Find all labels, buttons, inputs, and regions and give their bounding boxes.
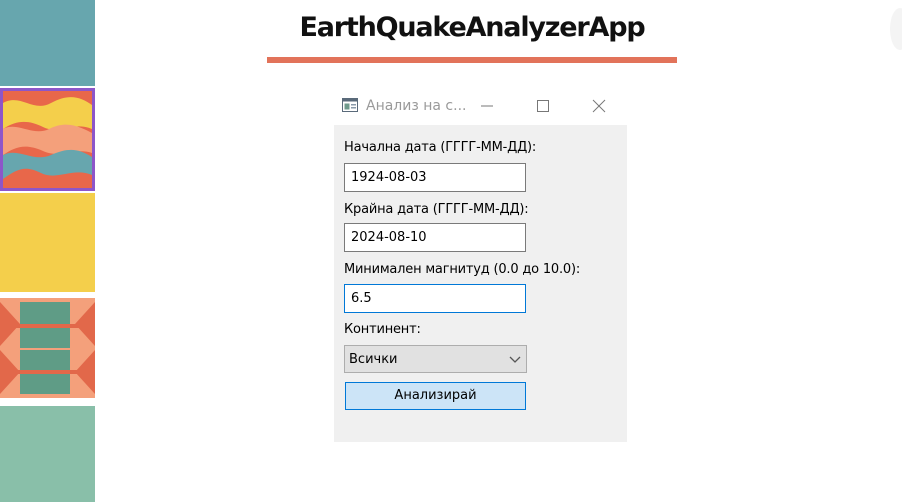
close-icon	[592, 99, 606, 113]
minimize-button[interactable]	[472, 94, 502, 118]
analyze-button[interactable]: Анализирай	[345, 382, 526, 410]
maximize-icon	[537, 100, 549, 112]
decor-tile-pattern	[0, 298, 95, 398]
title-underline	[267, 57, 677, 63]
analysis-form: Начална дата (ГГГГ-ММ-ДД): Крайна дата (…	[334, 125, 627, 442]
window-app-icon	[342, 98, 358, 112]
decor-tile-teal	[0, 0, 95, 86]
start-date-field[interactable]	[344, 163, 526, 192]
min-magnitude-label: Минимален магнитуд (0.0 до 10.0):	[344, 262, 581, 277]
end-date-label: Крайна дата (ГГГГ-ММ-ДД):	[344, 202, 529, 217]
decor-tile-waves	[0, 88, 95, 191]
decor-edge	[890, 8, 902, 50]
decor-tile-yellow	[0, 193, 95, 292]
start-date-label: Начална дата (ГГГГ-ММ-ДД):	[344, 140, 537, 155]
close-button[interactable]	[584, 94, 614, 118]
window-title: Анализ на с...	[366, 98, 467, 114]
start-date-input[interactable]	[345, 164, 525, 191]
end-date-input[interactable]	[345, 224, 525, 251]
continent-selected-value: Всички	[349, 352, 398, 367]
continent-label: Континент:	[344, 322, 421, 337]
decor-tile-green	[0, 406, 95, 502]
min-magnitude-input[interactable]	[345, 285, 525, 312]
maximize-button[interactable]	[528, 94, 558, 118]
page-title: EarthQuakeAnalyzerApp	[299, 12, 646, 43]
min-magnitude-field[interactable]	[344, 284, 526, 313]
minimize-icon	[481, 105, 493, 107]
continent-select[interactable]: Всички	[344, 345, 527, 373]
end-date-field[interactable]	[344, 223, 526, 252]
window-titlebar[interactable]: Анализ на с...	[334, 88, 627, 125]
chevron-down-icon	[509, 356, 521, 363]
